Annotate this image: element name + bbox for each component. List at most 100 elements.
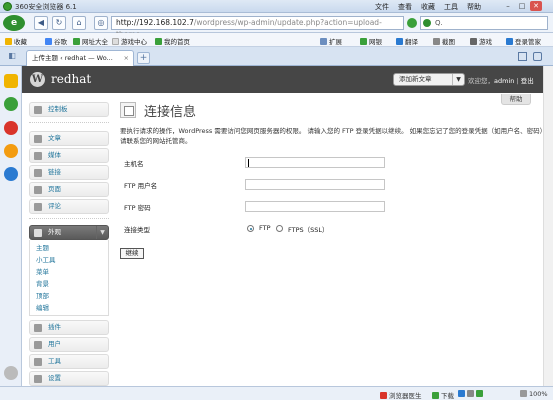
submenu-header[interactable]: 顶部 xyxy=(36,290,49,300)
status-bar: 浏览器医生 下载 100% xyxy=(0,386,553,400)
home-icon[interactable]: ⌂ xyxy=(72,16,86,30)
bookmark-favorites[interactable]: 收藏 xyxy=(5,36,27,46)
submenu-menus[interactable]: 菜单 xyxy=(36,266,49,276)
back-icon[interactable]: ◀ xyxy=(34,16,48,30)
weibo-icon[interactable] xyxy=(4,121,18,135)
bookmark-home[interactable]: 我的首页 xyxy=(155,36,190,46)
shield-icon[interactable] xyxy=(476,390,483,397)
wordpress-logo-icon[interactable]: W xyxy=(30,72,45,87)
ftp-radio-label: FTP xyxy=(259,224,271,232)
minimize-icon[interactable]: – xyxy=(502,1,514,11)
media-icon xyxy=(34,152,42,160)
menu-help[interactable]: 帮助 xyxy=(467,2,481,12)
vertical-scrollbar[interactable] xyxy=(543,66,553,386)
tab-list-icon[interactable] xyxy=(518,52,527,61)
search-input[interactable]: Q. xyxy=(420,16,548,30)
comment-icon xyxy=(34,203,42,211)
menu-tools[interactable]: 工具 xyxy=(444,2,458,12)
submenu-themes[interactable]: 主题 xyxy=(36,242,49,252)
submenu-background[interactable]: 背景 xyxy=(36,278,49,288)
ftps-radio-label: FTPS（SSL） xyxy=(288,226,329,234)
toolbar-translate[interactable]: 翻译 xyxy=(396,36,418,46)
user-link[interactable]: admin xyxy=(494,77,514,85)
sidebar-toggle-icon[interactable]: ◧ xyxy=(6,51,18,62)
tab-close-icon[interactable]: × xyxy=(124,51,129,65)
help-tab[interactable]: 帮助 xyxy=(501,94,531,105)
magnifier-icon xyxy=(520,390,527,397)
speaker-icon[interactable] xyxy=(467,390,474,397)
page-title: 连接信息 xyxy=(144,105,197,120)
ftps-radio[interactable] xyxy=(276,225,283,232)
logout-link[interactable]: 登出 xyxy=(521,77,534,85)
bookmark-google[interactable]: 谷歌 xyxy=(45,36,67,46)
menu-settings[interactable]: 设置 xyxy=(29,371,109,386)
settings-gear-icon[interactable] xyxy=(4,366,18,380)
bookmark-games[interactable]: 游戏中心 xyxy=(112,36,147,46)
submenu-editor[interactable]: 编辑 xyxy=(36,302,49,312)
tab-bar: ◧ 上传主题 ‹ redhat — Wo... × + xyxy=(0,47,553,66)
ie-mode-icon[interactable] xyxy=(407,18,417,28)
page-description: 要执行请求的操作，WordPress 需要访问您网页服务器的权限。 请输入您的 … xyxy=(120,127,550,145)
site-name[interactable]: redhat xyxy=(51,72,91,86)
toolbar-netbank[interactable]: 网银 xyxy=(360,36,382,46)
plugin-icon xyxy=(34,324,42,332)
shield-icon[interactable]: ◎ xyxy=(94,16,108,30)
menu-tools[interactable]: 工具 xyxy=(29,354,109,369)
menu-links[interactable]: 链接 xyxy=(29,165,109,180)
wp-header: W redhat 添加新文章 ▼ 欢迎您，admin | 登出 xyxy=(22,66,553,93)
menu-posts[interactable]: 文章 xyxy=(29,131,109,146)
chat-icon[interactable] xyxy=(4,97,18,111)
maximize-icon[interactable]: □ xyxy=(516,1,528,11)
menu-dashboard[interactable]: 控制板 xyxy=(29,102,109,117)
translate-icon xyxy=(396,38,403,45)
toolbar-screenshot[interactable]: 截图 xyxy=(433,36,455,46)
menu-view[interactable]: 查看 xyxy=(398,2,412,12)
zoom-level[interactable]: 100% xyxy=(520,390,548,398)
menu-pages[interactable]: 页面 xyxy=(29,182,109,197)
menu-favorites[interactable]: 收藏 xyxy=(421,2,435,12)
menu-plugins[interactable]: 插件 xyxy=(29,320,109,335)
menu-appearance[interactable]: 外观 ▼ xyxy=(29,225,109,240)
toolbar-login-manager[interactable]: 登录管家 xyxy=(506,36,541,46)
gamepad-icon xyxy=(470,38,477,45)
search-engine-icon[interactable] xyxy=(423,19,431,27)
chevron-down-icon[interactable]: ▼ xyxy=(96,226,108,239)
browser-sidebar xyxy=(0,66,22,386)
url-input[interactable]: http://192.168.102.7/wordpress/wp-admin/… xyxy=(111,16,404,39)
app-icon[interactable] xyxy=(4,167,18,181)
refresh-icon[interactable]: ↻ xyxy=(52,16,66,30)
ftp-radio[interactable] xyxy=(247,225,254,232)
download-status[interactable]: 下载 xyxy=(432,390,454,400)
toolbar-extensions[interactable]: 扩展 xyxy=(320,36,342,46)
grid-icon xyxy=(320,38,327,45)
download-icon xyxy=(432,392,439,399)
proceed-button[interactable]: 继续 xyxy=(120,248,144,259)
menu-separator xyxy=(29,122,109,127)
ftp-username-input[interactable] xyxy=(245,179,385,190)
address-toolbar: e ◀ ↻ ⌂ ◎ http://192.168.102.7/wordpress… xyxy=(0,13,553,39)
toolbar-games[interactable]: 游戏 xyxy=(470,36,492,46)
new-tab-button[interactable]: + xyxy=(137,52,150,64)
restore-tab-icon[interactable] xyxy=(533,52,542,61)
close-icon[interactable]: ✕ xyxy=(530,1,542,11)
favorites-star-icon[interactable] xyxy=(4,74,18,88)
menu-users[interactable]: 用户 xyxy=(29,337,109,352)
lightning-icon[interactable] xyxy=(458,390,465,397)
users-icon xyxy=(34,341,42,349)
bookmark-hao[interactable]: 网址大全 xyxy=(73,36,108,46)
app-icon[interactable] xyxy=(4,144,18,158)
browser-doctor[interactable]: 浏览器医生 xyxy=(380,390,422,400)
menu-file[interactable]: 文件 xyxy=(375,2,389,12)
page-icon xyxy=(120,102,136,118)
tab-upload-theme[interactable]: 上传主题 ‹ redhat — Wo... × xyxy=(26,50,134,66)
link-icon xyxy=(34,169,42,177)
submenu-widgets[interactable]: 小工具 xyxy=(36,254,56,264)
hostname-input[interactable] xyxy=(245,157,385,168)
ftp-password-input[interactable] xyxy=(245,201,385,212)
new-post-dropdown[interactable]: 添加新文章 ▼ xyxy=(393,73,465,86)
star-icon xyxy=(5,38,12,45)
chevron-down-icon[interactable]: ▼ xyxy=(452,74,464,85)
menu-media[interactable]: 媒体 xyxy=(29,148,109,163)
menu-comments[interactable]: 评论 xyxy=(29,199,109,214)
browser-home-logo-icon[interactable]: e xyxy=(3,15,25,31)
